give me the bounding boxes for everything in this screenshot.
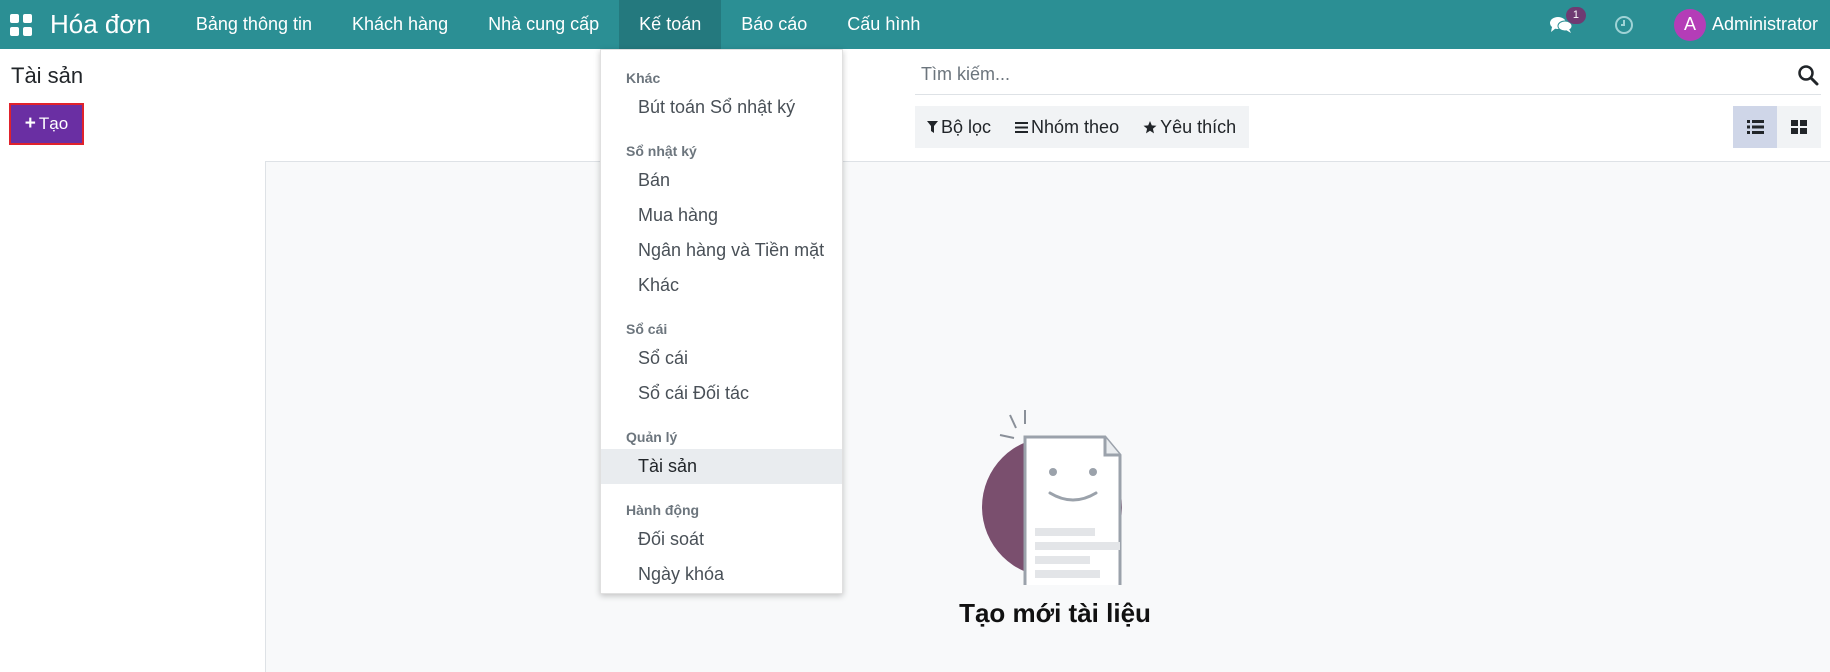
list-view-button[interactable] — [1733, 106, 1777, 148]
menu-item-customers[interactable]: Khách hàng — [332, 0, 468, 49]
user-menu[interactable]: A Administrator — [1673, 8, 1818, 41]
dropdown-header-journals: Sổ nhật ký — [626, 143, 697, 159]
menu-item-configuration[interactable]: Cấu hình — [827, 0, 940, 49]
main-menu: Bảng thông tin Khách hàng Nhà cung cấp K… — [176, 0, 940, 49]
empty-document-illustration — [982, 410, 1122, 592]
menu-item-vendors[interactable]: Nhà cung cấp — [468, 0, 619, 49]
dropdown-item-reconciliation[interactable]: Đối soát — [601, 522, 842, 557]
view-switcher — [1733, 106, 1821, 148]
avatar: A — [1673, 8, 1706, 41]
dropdown-item-lock-dates[interactable]: Ngày khóa — [601, 557, 842, 592]
empty-state: Tạo mới tài liệu — [940, 410, 1170, 629]
search-options: Bộ lọc Nhóm theo Yêu thích — [915, 106, 1249, 148]
user-name: Administrator — [1711, 14, 1818, 34]
apps-menu-icon[interactable] — [10, 13, 32, 36]
dropdown-item-purchases[interactable]: Mua hàng — [601, 198, 842, 233]
search-icon[interactable] — [1797, 64, 1819, 86]
top-navbar: Hóa đơn Bảng thông tin Khách hàng Nhà cu… — [0, 0, 1830, 49]
control-panel: Tài sản + Tạo Bộ lọc Nhóm theo Yêu thích — [0, 49, 1830, 162]
navbar-right: 1 A Administrator — [1549, 0, 1830, 49]
menu-item-accounting[interactable]: Kế toán — [619, 0, 722, 49]
star-icon — [1143, 120, 1157, 133]
search-input[interactable] — [915, 64, 1797, 85]
list-view-icon — [1746, 120, 1764, 134]
dropdown-item-sales[interactable]: Bán — [601, 163, 842, 198]
create-button-label: Tạo — [38, 114, 69, 133]
dropdown-item-journal-entries[interactable]: Bút toán Sổ nhật ký — [601, 90, 842, 125]
dropdown-header-actions: Hành động — [626, 502, 700, 518]
favorites-button[interactable]: Yêu thích — [1131, 106, 1248, 148]
dropdown-header-ledgers: Sổ cái — [626, 321, 668, 337]
page-title: Tài sản — [11, 63, 84, 88]
dropdown-header-misc: Khác — [626, 70, 661, 86]
bars-icon — [1015, 121, 1029, 133]
plus-icon: + — [24, 113, 36, 134]
group-by-button-label: Nhóm theo — [1031, 116, 1120, 137]
kanban-view-icon — [1791, 120, 1807, 134]
kanban-view-button[interactable] — [1777, 106, 1821, 148]
dropdown-item-misc-journal[interactable]: Khác — [601, 268, 842, 303]
dropdown-item-assets[interactable]: Tài sản — [601, 449, 842, 484]
empty-state-title: Tạo mới tài liệu — [959, 598, 1151, 628]
chat-icon[interactable]: 1 — [1549, 6, 1586, 36]
dropdown-item-bank-cash[interactable]: Ngân hàng và Tiền mặt — [601, 233, 842, 268]
filter-button-label: Bộ lọc — [941, 116, 992, 137]
group-by-button[interactable]: Nhóm theo — [1003, 106, 1131, 148]
search-bar — [915, 55, 1821, 95]
chat-badge: 1 — [1565, 6, 1586, 24]
menu-item-dashboard[interactable]: Bảng thông tin — [176, 0, 332, 49]
filter-icon — [927, 121, 938, 133]
dropdown-item-general-ledger[interactable]: Sổ cái — [601, 341, 842, 376]
app-brand[interactable]: Hóa đơn — [50, 9, 151, 40]
dropdown-item-partner-ledger[interactable]: Sổ cái Đối tác — [601, 376, 842, 411]
search-panel — [0, 161, 266, 672]
activity-clock-icon[interactable] — [1614, 15, 1634, 35]
filter-button[interactable]: Bộ lọc — [915, 106, 1003, 148]
menu-item-reporting[interactable]: Báo cáo — [721, 0, 827, 49]
accounting-dropdown: Khác Bút toán Sổ nhật ký Sổ nhật ký Bán … — [600, 49, 843, 594]
create-button[interactable]: + Tạo — [9, 103, 84, 145]
dropdown-header-management: Quản lý — [626, 429, 678, 445]
favorites-button-label: Yêu thích — [1160, 116, 1237, 137]
